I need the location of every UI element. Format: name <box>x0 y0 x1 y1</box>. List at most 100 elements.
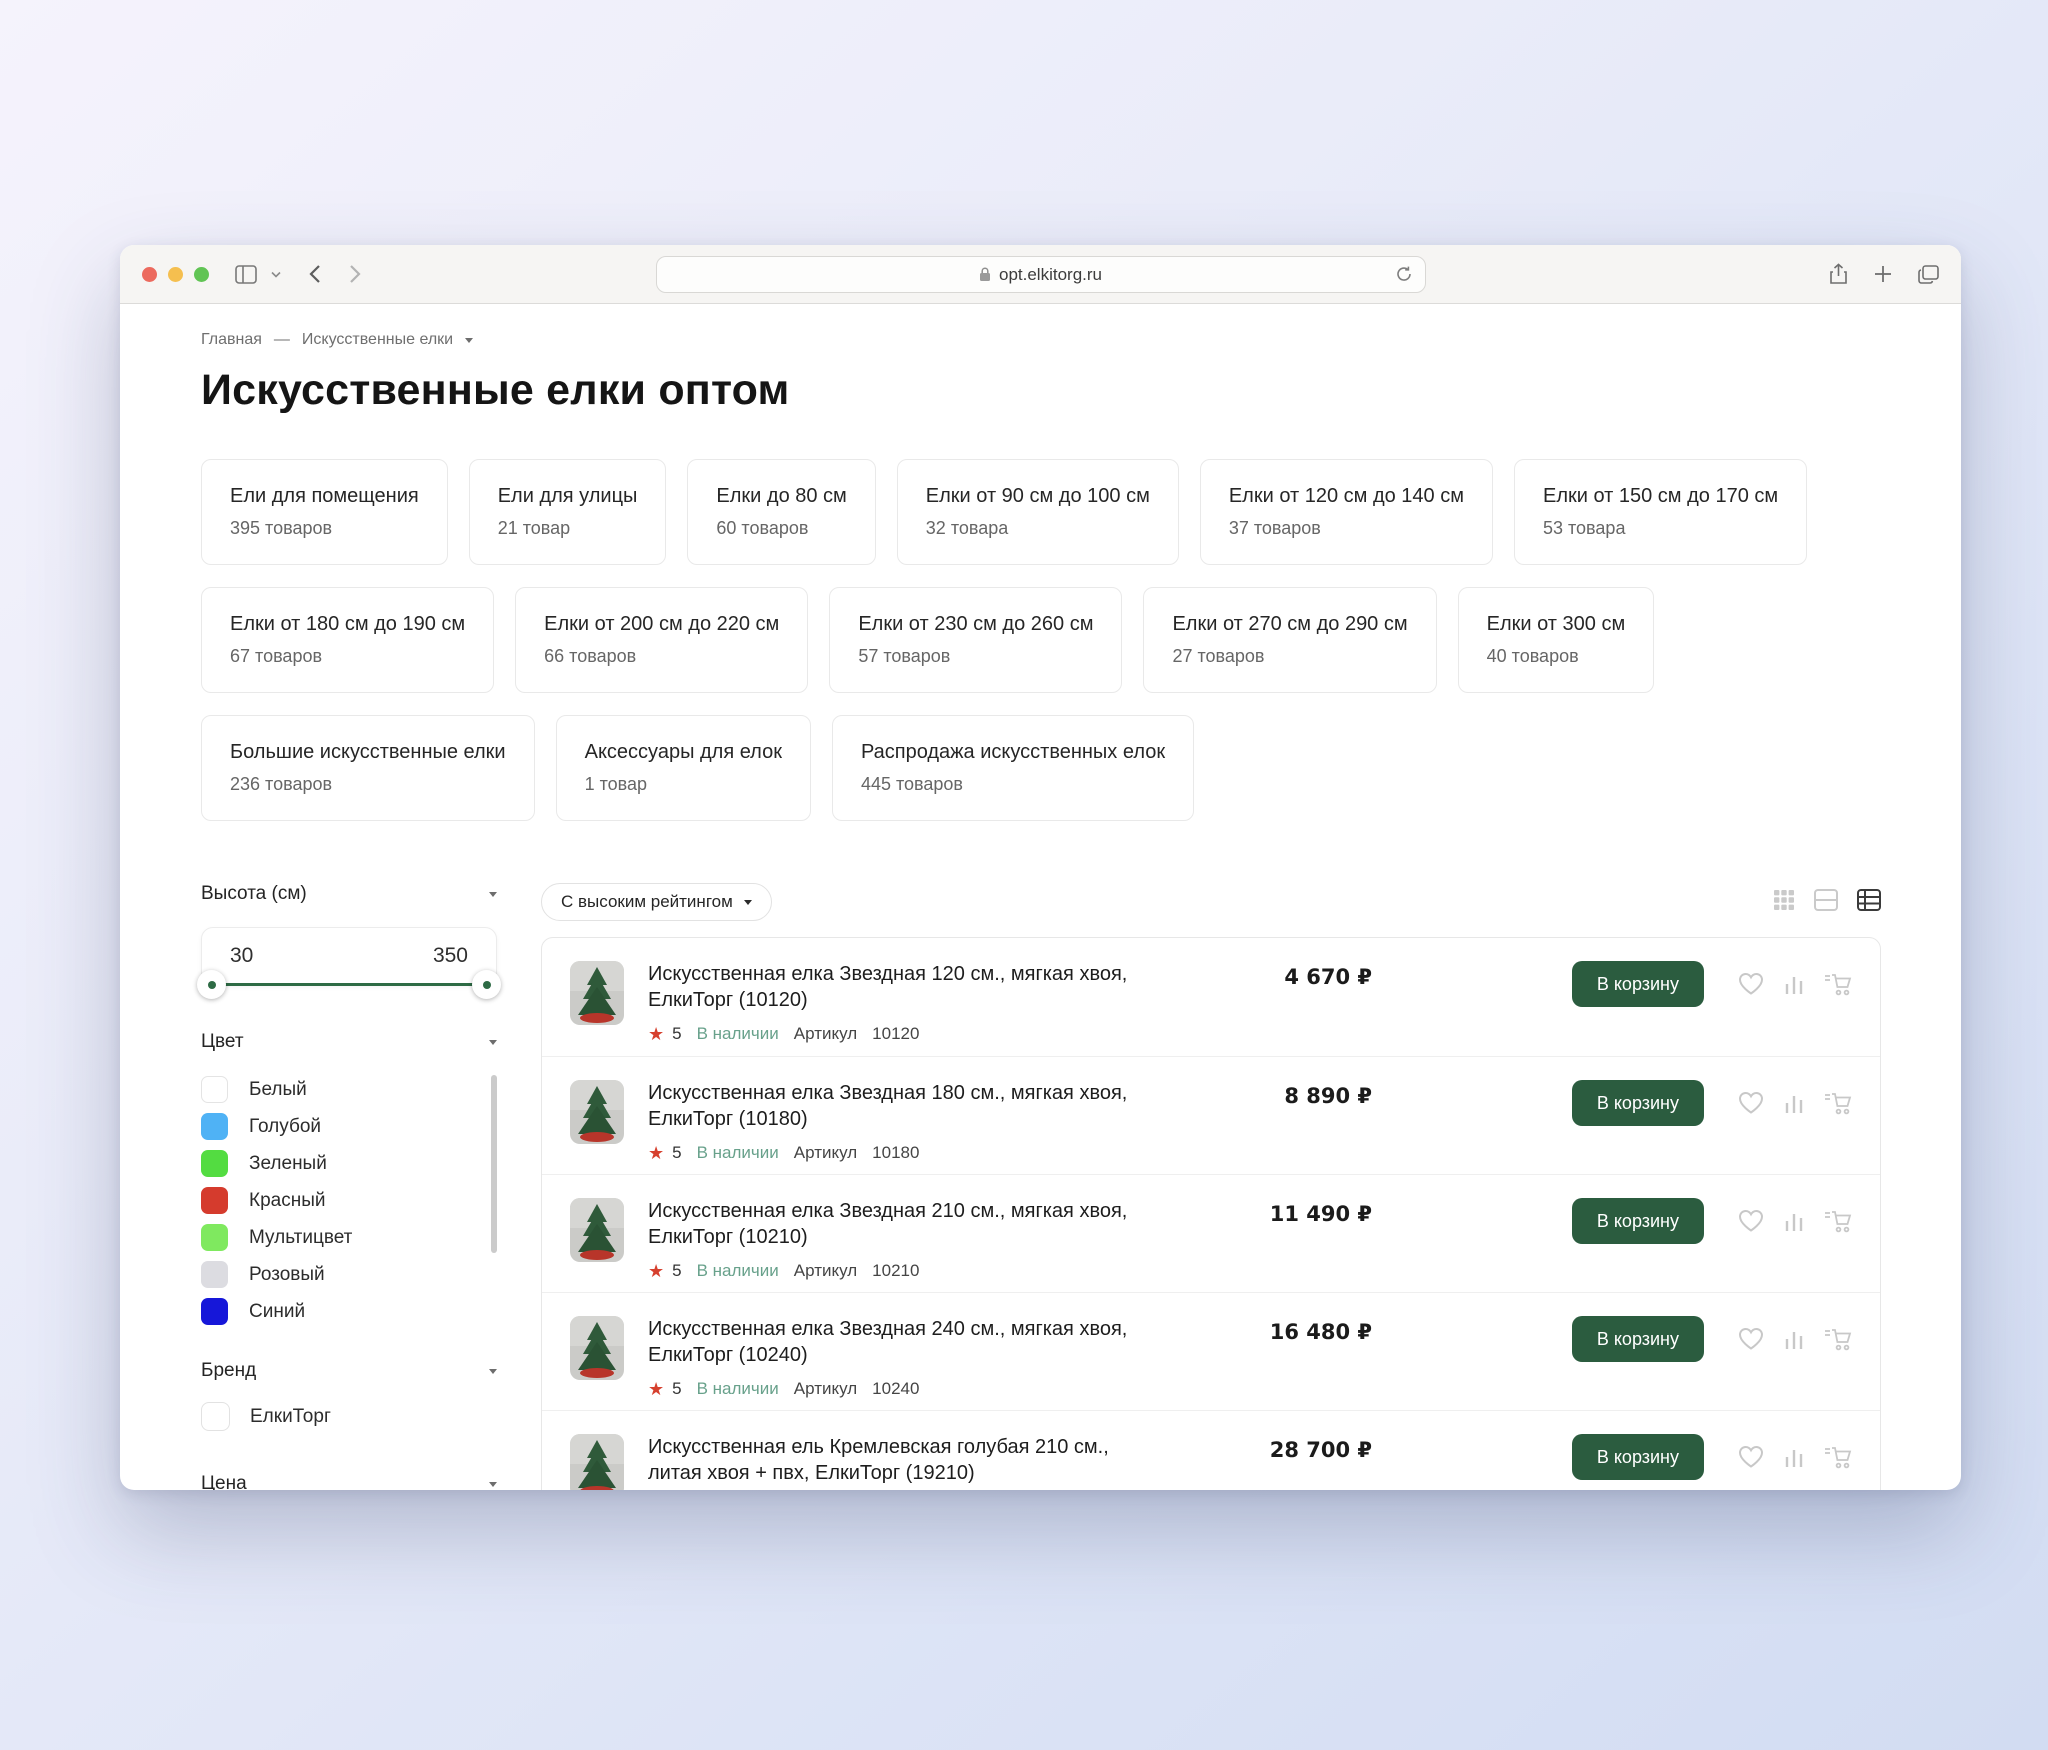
category-card[interactable]: Елки от 300 см 40 товаров <box>1458 587 1655 693</box>
sku-value: 10180 <box>872 1143 919 1163</box>
favorite-heart-icon[interactable] <box>1738 1445 1764 1469</box>
add-to-cart-button[interactable]: В корзину <box>1572 1198 1704 1244</box>
category-card[interactable]: Елки до 80 см 60 товаров <box>687 459 875 565</box>
color-swatch[interactable] <box>201 1113 228 1140</box>
color-option[interactable]: Голубой <box>201 1108 481 1145</box>
category-card[interactable]: Ели для улицы 21 товар <box>469 459 667 565</box>
color-option[interactable]: Розовый <box>201 1256 481 1293</box>
product-thumbnail[interactable] <box>570 1434 624 1490</box>
browser-window: opt.elkitorg.ru <box>120 245 1961 1490</box>
favorite-heart-icon[interactable] <box>1738 1327 1764 1351</box>
brand-option[interactable]: ЕлкиТорг <box>201 1402 497 1431</box>
color-swatch[interactable] <box>201 1150 228 1177</box>
color-option[interactable]: Мультицвет <box>201 1219 481 1256</box>
product-thumbnail[interactable] <box>570 1316 624 1380</box>
favorite-heart-icon[interactable] <box>1738 1091 1764 1115</box>
category-card[interactable]: Ели для помещения 395 товаров <box>201 459 448 565</box>
minimize-window-button[interactable] <box>168 267 183 282</box>
color-option[interactable]: Зеленый <box>201 1145 481 1182</box>
compare-bars-icon[interactable] <box>1784 1091 1804 1115</box>
height-min-value[interactable]: 30 <box>230 944 253 968</box>
color-option-label: Голубой <box>249 1116 321 1138</box>
address-bar[interactable]: opt.elkitorg.ru <box>656 256 1426 293</box>
view-table-icon[interactable] <box>1857 889 1881 916</box>
range-handle-min[interactable] <box>197 970 226 999</box>
filter-color-label: Цвет <box>201 1031 244 1053</box>
add-to-cart-button[interactable]: В корзину <box>1572 961 1704 1007</box>
category-card[interactable]: Елки от 120 см до 140 см 37 товаров <box>1200 459 1493 565</box>
compare-bars-icon[interactable] <box>1784 1327 1804 1351</box>
add-to-cart-button[interactable]: В корзину <box>1572 1434 1704 1480</box>
view-rows-icon[interactable] <box>1814 889 1838 916</box>
add-to-cart-button[interactable]: В корзину <box>1572 1316 1704 1362</box>
quick-order-cart-icon[interactable] <box>1824 1209 1852 1234</box>
compare-bars-icon[interactable] <box>1784 1445 1804 1469</box>
reload-icon[interactable] <box>1395 265 1413 283</box>
filter-price-header[interactable]: Цена <box>201 1473 497 1490</box>
filter-scrollbar[interactable] <box>491 1075 497 1253</box>
product-title-link[interactable]: Искусственная елка Звездная 180 см., мяг… <box>648 1080 1148 1133</box>
sku-label: Артикул <box>794 1143 857 1163</box>
category-card[interactable]: Распродажа искусственных елок 445 товаро… <box>832 715 1194 821</box>
range-handle-max[interactable] <box>472 970 501 999</box>
category-card-count: 60 товаров <box>716 518 846 539</box>
brand-checkbox[interactable] <box>201 1402 230 1431</box>
category-card[interactable]: Елки от 230 см до 260 см 57 товаров <box>829 587 1122 693</box>
compare-bars-icon[interactable] <box>1784 1209 1804 1233</box>
quick-order-cart-icon[interactable] <box>1824 1327 1852 1352</box>
height-max-value[interactable]: 350 <box>433 944 468 968</box>
product-thumbnail[interactable] <box>570 1198 624 1262</box>
sidebar-toggle-icon[interactable] <box>235 265 257 284</box>
color-swatch[interactable] <box>201 1298 228 1325</box>
category-card-title: Елки от 180 см до 190 см <box>230 613 465 636</box>
breadcrumb-current-link[interactable]: Искусственные елки <box>302 331 453 349</box>
product-title-link[interactable]: Искусственная ель Кремлевская голубая 21… <box>648 1434 1148 1487</box>
filter-color-header[interactable]: Цвет <box>201 1031 497 1053</box>
category-card-title: Ели для помещения <box>230 485 419 508</box>
breadcrumb-separator: — <box>274 331 290 349</box>
back-button[interactable] <box>309 264 321 284</box>
category-card[interactable]: Елки от 200 см до 220 см 66 товаров <box>515 587 808 693</box>
filter-height-header[interactable]: Высота (см) <box>201 883 497 905</box>
category-card[interactable]: Елки от 150 см до 170 см 53 товара <box>1514 459 1807 565</box>
collapse-chevron-icon <box>489 892 497 897</box>
favorite-heart-icon[interactable] <box>1738 972 1764 996</box>
breadcrumb-home-link[interactable]: Главная <box>201 331 262 349</box>
color-option[interactable]: Синий <box>201 1293 481 1330</box>
category-card[interactable]: Елки от 270 см до 290 см 27 товаров <box>1143 587 1436 693</box>
sku-label: Артикул <box>794 1261 857 1281</box>
compare-bars-icon[interactable] <box>1784 972 1804 996</box>
product-title-link[interactable]: Искусственная елка Звездная 120 см., мяг… <box>648 961 1148 1014</box>
new-tab-icon[interactable] <box>1874 265 1892 283</box>
add-to-cart-button[interactable]: В корзину <box>1572 1080 1704 1126</box>
quick-order-cart-icon[interactable] <box>1824 1445 1852 1470</box>
quick-order-cart-icon[interactable] <box>1824 1091 1852 1116</box>
category-card[interactable]: Елки от 90 см до 100 см 32 товара <box>897 459 1179 565</box>
breadcrumb-chevron-icon[interactable] <box>465 338 473 343</box>
color-swatch[interactable] <box>201 1076 228 1103</box>
quick-order-cart-icon[interactable] <box>1824 972 1852 997</box>
sidebar-chevron-icon[interactable] <box>271 271 281 278</box>
favorite-heart-icon[interactable] <box>1738 1209 1764 1233</box>
sort-dropdown[interactable]: С высоким рейтингом <box>541 883 772 921</box>
color-option[interactable]: Красный <box>201 1182 481 1219</box>
tab-overview-icon[interactable] <box>1918 265 1939 284</box>
product-row: Искусственная ель Кремлевская голубая 21… <box>542 1410 1880 1490</box>
category-card[interactable]: Большие искусственные елки 236 товаров <box>201 715 535 821</box>
filter-brand-header[interactable]: Бренд <box>201 1360 497 1382</box>
product-title-link[interactable]: Искусственная елка Звездная 240 см., мяг… <box>648 1316 1148 1369</box>
view-grid-icon[interactable] <box>1773 889 1795 916</box>
product-thumbnail[interactable] <box>570 1080 624 1144</box>
product-title-link[interactable]: Искусственная елка Звездная 210 см., мяг… <box>648 1198 1148 1251</box>
forward-button[interactable] <box>349 264 361 284</box>
product-thumbnail[interactable] <box>570 961 624 1025</box>
share-icon[interactable] <box>1829 263 1848 285</box>
color-swatch[interactable] <box>201 1224 228 1251</box>
category-card[interactable]: Елки от 180 см до 190 см 67 товаров <box>201 587 494 693</box>
category-card[interactable]: Аксессуары для елок 1 товар <box>556 715 811 821</box>
color-option[interactable]: Белый <box>201 1071 481 1108</box>
color-swatch[interactable] <box>201 1187 228 1214</box>
close-window-button[interactable] <box>142 267 157 282</box>
color-swatch[interactable] <box>201 1261 228 1288</box>
zoom-window-button[interactable] <box>194 267 209 282</box>
